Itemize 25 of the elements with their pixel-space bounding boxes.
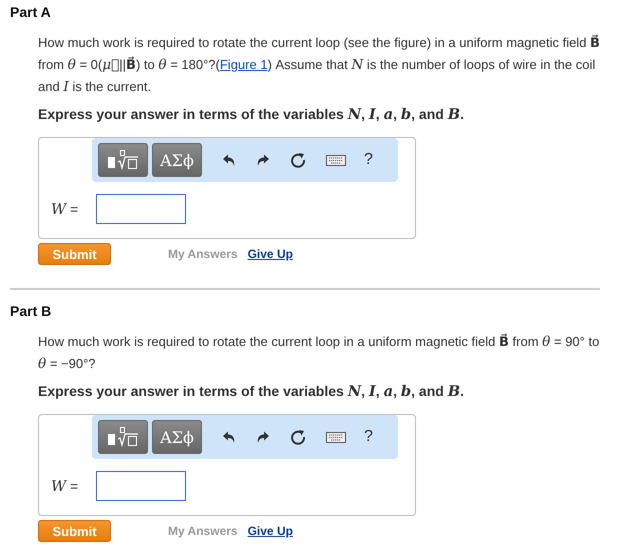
symbols-button[interactable]: ΑΣϕ <box>152 420 202 454</box>
answer-link[interactable]: Give Up <box>248 247 293 261</box>
submit-button[interactable]: Submit <box>38 243 111 265</box>
help-button[interactable]: ? <box>364 427 373 447</box>
templates-button[interactable] <box>98 143 148 177</box>
figure-link[interactable]: Figure 1 <box>220 57 268 72</box>
symbols-button[interactable]: ΑΣϕ <box>152 143 202 177</box>
answer-label: W = <box>51 478 78 494</box>
reset-icon[interactable] <box>290 427 306 447</box>
answer-field[interactable] <box>96 471 186 501</box>
instruction-text: Express your answer in terms of the variables N, I, a, b, and B. <box>38 383 466 400</box>
templates-button[interactable] <box>98 420 148 454</box>
answer-link[interactable]: Give Up <box>248 524 293 538</box>
question-text: How much work is required to rotate the current loop (see the figure) in a uniform magnetic field B⃗ from θ = 0(μ⃗||B⃗) to θ = 180°?(Figure 1) Assume that N is the number of loops of wire in the coil and I is the current. <box>38 34 600 97</box>
instruction-text: Express your answer in terms of the variables N, I, a, b, and B. <box>38 106 466 123</box>
reset-icon[interactable] <box>290 150 306 170</box>
answer-field[interactable] <box>96 194 186 224</box>
part-title: Part B <box>10 303 52 319</box>
submit-button[interactable]: Submit <box>38 520 111 542</box>
question-text: How much work is required to rotate the current loop in a uniform magnetic field B⃗ from θ = 90° to θ = −90°? <box>38 332 600 374</box>
fraction-root-icon <box>106 426 140 448</box>
part-title: Part A <box>10 4 52 20</box>
answer-label: W = <box>51 200 78 218</box>
fraction-root-icon <box>106 149 140 171</box>
help-button[interactable]: ? <box>364 150 373 170</box>
